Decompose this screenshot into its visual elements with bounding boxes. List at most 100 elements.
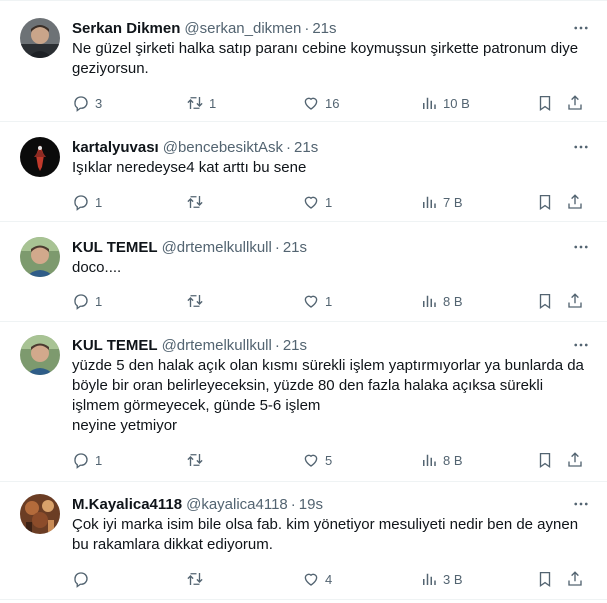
like-button[interactable]: 16	[302, 93, 339, 113]
timestamp[interactable]: 19s	[299, 496, 323, 513]
timestamp[interactable]: 21s	[294, 139, 318, 156]
reply-button[interactable]: 1	[72, 450, 102, 470]
action-bar: 3 1 16 10 B	[72, 93, 591, 113]
heart-icon	[304, 454, 318, 467]
tweet-header: M.Kayalica4118 @kayalica4118 · 19s	[72, 494, 591, 514]
share-icon	[568, 194, 582, 209]
action-bar: 1 1 8 B	[72, 291, 591, 311]
bookmark-button[interactable]	[536, 192, 554, 212]
like-count: 1	[325, 293, 333, 309]
user-handle[interactable]: @drtemelkullkull	[162, 337, 272, 354]
like-button[interactable]: 4	[302, 569, 332, 589]
tweet-text: Ne güzel şirketi halka satıp paranı cebi…	[72, 40, 583, 77]
tweet-text: Işıklar neredeyse4 kat arttı bu sene	[72, 159, 307, 176]
views-icon	[423, 454, 436, 466]
like-count: 4	[325, 571, 333, 587]
share-button[interactable]	[566, 93, 584, 113]
share-button[interactable]	[566, 569, 584, 589]
display-name[interactable]: Serkan Dikmen	[72, 20, 180, 37]
reply-count: 1	[95, 452, 103, 468]
more-icon[interactable]	[571, 18, 591, 38]
retweet-button[interactable]	[186, 450, 209, 470]
timestamp[interactable]: 21s	[283, 239, 307, 256]
separator-dot: ·	[290, 495, 296, 513]
like-count: 16	[325, 95, 340, 111]
share-button[interactable]	[566, 192, 584, 212]
user-handle[interactable]: @serkan_dikmen	[184, 20, 301, 37]
bookmark-button[interactable]	[536, 93, 554, 113]
avatar[interactable]	[20, 237, 60, 277]
timestamp[interactable]: 21s	[283, 337, 307, 354]
retweet-button[interactable]	[186, 192, 209, 212]
tweet[interactable]: kartalyuvası @bencebesiktAsk · 21s Işıkl…	[0, 122, 607, 222]
retweet-button[interactable]	[186, 291, 209, 311]
tweet-header: KUL TEMEL @drtemelkullkull · 21s	[72, 335, 591, 355]
separator-dot: ·	[274, 238, 280, 256]
like-button[interactable]: 1	[302, 291, 332, 311]
views-button[interactable]: 8 B	[420, 291, 463, 311]
views-button[interactable]: 10 B	[420, 93, 470, 113]
display-name[interactable]: KUL TEMEL	[72, 239, 158, 256]
separator-dot: ·	[274, 336, 280, 354]
heart-icon	[304, 196, 318, 209]
tweet-feed: Serkan Dikmen @serkan_dikmen · 21s Ne gü…	[0, 0, 607, 600]
views-count: 3 B	[443, 571, 463, 587]
views-count: 8 B	[443, 452, 463, 468]
tweet[interactable]: M.Kayalica4118 @kayalica4118 · 19s Çok i…	[0, 482, 607, 600]
retweet-button[interactable]	[186, 569, 209, 589]
retweet-icon	[187, 196, 203, 208]
tweet[interactable]: KUL TEMEL @drtemelkullkull · 21s doco...…	[0, 222, 607, 322]
like-button[interactable]: 1	[302, 192, 332, 212]
retweet-button[interactable]: 1	[186, 93, 216, 113]
reply-button[interactable]	[72, 569, 95, 589]
tweet[interactable]: Serkan Dikmen @serkan_dikmen · 21s Ne gü…	[0, 1, 607, 122]
share-button[interactable]	[566, 291, 584, 311]
more-icon[interactable]	[571, 137, 591, 157]
avatar[interactable]	[20, 137, 60, 177]
reply-button[interactable]: 1	[72, 291, 102, 311]
bookmark-button[interactable]	[536, 291, 554, 311]
avatar[interactable]	[20, 18, 60, 58]
more-icon[interactable]	[571, 237, 591, 257]
reply-button[interactable]: 1	[72, 192, 102, 212]
action-bar: 1 5 8 B	[72, 450, 591, 470]
timestamp[interactable]: 21s	[312, 20, 336, 37]
share-icon	[568, 571, 582, 586]
avatar[interactable]	[20, 335, 60, 375]
tweet-text: Çok iyi marka isim bile olsa fab. kim yö…	[72, 516, 583, 553]
tweet-header: KUL TEMEL @drtemelkullkull · 21s	[72, 237, 591, 257]
reply-icon	[74, 453, 88, 469]
user-handle[interactable]: @bencebesiktAsk	[163, 139, 283, 156]
views-button[interactable]: 8 B	[420, 450, 463, 470]
like-count: 1	[325, 194, 333, 210]
tweet-header: Serkan Dikmen @serkan_dikmen · 21s	[72, 18, 591, 38]
share-icon	[568, 452, 582, 467]
tweet[interactable]: KUL TEMEL @drtemelkullkull · 21s yüzde 5…	[0, 322, 607, 482]
like-button[interactable]: 5	[302, 450, 332, 470]
user-handle[interactable]: @drtemelkullkull	[162, 239, 272, 256]
reply-button[interactable]: 3	[72, 93, 102, 113]
retweet-icon	[187, 573, 203, 585]
user-handle[interactable]: @kayalica4118	[186, 496, 288, 513]
bookmark-icon	[539, 293, 551, 310]
views-count: 7 B	[443, 194, 463, 210]
retweet-count: 1	[209, 95, 217, 111]
views-icon	[423, 295, 436, 307]
separator-dot: ·	[304, 19, 310, 37]
more-icon[interactable]	[571, 335, 591, 355]
views-button[interactable]: 3 B	[420, 569, 463, 589]
bookmark-icon	[539, 452, 551, 469]
avatar[interactable]	[20, 494, 60, 534]
reply-icon	[74, 294, 88, 310]
share-icon	[568, 95, 582, 110]
display-name[interactable]: M.Kayalica4118	[72, 496, 182, 513]
display-name[interactable]: kartalyuvası	[72, 139, 159, 156]
share-button[interactable]	[566, 450, 584, 470]
display-name[interactable]: KUL TEMEL	[72, 337, 158, 354]
bookmark-button[interactable]	[536, 569, 554, 589]
more-icon[interactable]	[571, 494, 591, 514]
reply-icon	[74, 195, 88, 211]
bookmark-button[interactable]	[536, 450, 554, 470]
like-count: 5	[325, 452, 333, 468]
views-button[interactable]: 7 B	[420, 192, 463, 212]
